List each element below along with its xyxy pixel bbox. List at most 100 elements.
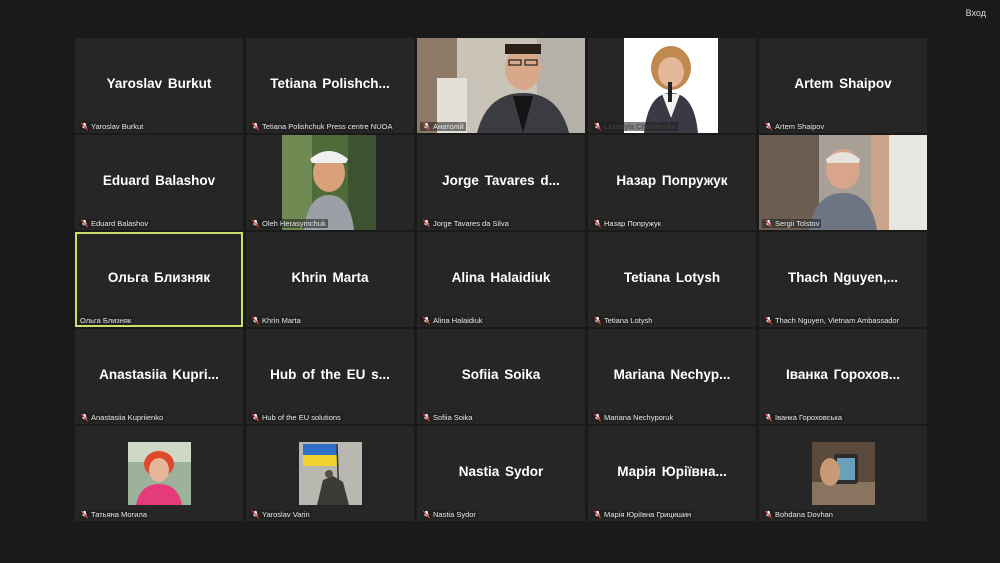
muted-mic-icon <box>422 413 431 422</box>
participant-tile-tetiana-lotysh[interactable]: Tetiana Lotysh Tetiana Lotysh <box>588 232 756 327</box>
participant-tile-tetiana-polishchuk[interactable]: Tetiana Polishch... Tetiana Polishchuk P… <box>246 38 414 133</box>
participant-tile-hub-of-eu-solutions[interactable]: Hub of the EU s... Hub of the EU solutio… <box>246 329 414 424</box>
enter-button[interactable]: Вход <box>962 6 990 20</box>
muted-mic-icon <box>80 510 89 519</box>
participant-display-name: Марія Юріївна... <box>617 464 727 479</box>
muted-mic-icon <box>80 413 89 422</box>
participant-name-label: Іванка Гороховська <box>762 413 844 422</box>
participant-display-name: Ольга Близняк <box>107 270 211 285</box>
participant-photo <box>299 442 362 505</box>
muted-mic-icon <box>764 316 773 325</box>
muted-mic-icon <box>80 122 89 131</box>
participant-tile-nastia-sydor[interactable]: Nastia Sydor Nastia Sydor <box>417 426 585 521</box>
participant-tile-liudmyla-chekalenko[interactable]: Liudmyla Chekalenko <box>588 38 756 133</box>
participant-photo <box>128 442 191 505</box>
participant-tile-anatolii[interactable]: Анатолій <box>417 38 585 133</box>
participant-name-label: Sofiia Soika <box>420 413 475 422</box>
participant-display-name: Tetiana Lotysh <box>623 270 721 285</box>
participant-tile-khrin-marta[interactable]: Khrin Marta Khrin Marta <box>246 232 414 327</box>
muted-mic-icon <box>593 510 602 519</box>
participant-gallery: Yaroslav Burkut Yaroslav Burkut Tetiana … <box>75 38 927 521</box>
participant-tile-alina-halaidiuk[interactable]: Alina Halaidiuk Alina Halaidiuk <box>417 232 585 327</box>
participant-tile-sergii-tolstov[interactable]: Sergii Tolstov <box>759 135 927 230</box>
muted-mic-icon <box>251 510 260 519</box>
participant-display-name: Alina Halaidiuk <box>451 270 551 285</box>
participant-display-name: Tetiana Polishch... <box>270 76 390 91</box>
participant-display-name: Eduard Balashov <box>102 173 216 188</box>
participant-video <box>759 135 927 230</box>
participant-name-label: Марія Юріївна Грицишин <box>591 510 694 519</box>
participant-name-label: Sergii Tolstov <box>762 219 822 228</box>
participant-tile-jorge-tavares[interactable]: Jorge Tavares d... Jorge Tavares da Silv… <box>417 135 585 230</box>
participant-display-name: Jorge Tavares d... <box>442 173 560 188</box>
muted-mic-icon <box>422 316 431 325</box>
participant-name-label: Thach Nguyen, Vietnam Ambassador <box>762 316 902 325</box>
muted-mic-icon <box>422 510 431 519</box>
muted-mic-icon <box>764 413 773 422</box>
participant-name-label: Khrin Marta <box>249 316 303 325</box>
participant-tile-artem-shaipov[interactable]: Artem Shaipov Artem Shaipov <box>759 38 927 133</box>
participant-photo <box>624 38 718 133</box>
muted-mic-icon <box>593 219 602 228</box>
muted-mic-icon <box>593 122 602 131</box>
muted-mic-icon <box>251 122 260 131</box>
muted-mic-icon <box>422 122 431 131</box>
participant-display-name: Назар Попружук <box>616 173 728 188</box>
participant-tile-mariana-nechyporuk[interactable]: Mariana Nechyp... Mariana Nechyporuk <box>588 329 756 424</box>
muted-mic-icon <box>593 316 602 325</box>
muted-mic-icon <box>764 510 773 519</box>
participant-tile-eduard-balashov[interactable]: Eduard Balashov Eduard Balashov <box>75 135 243 230</box>
participant-tile-ivanka-horokhovska[interactable]: Іванка Горохов... Іванка Гороховська <box>759 329 927 424</box>
participant-name-label: Назар Попружук <box>591 219 664 228</box>
muted-mic-icon <box>251 413 260 422</box>
participant-name-label: Artem Shaipov <box>762 122 827 131</box>
participant-name-label: Hub of the EU solutions <box>249 413 343 422</box>
participant-tile-sofiia-soika[interactable]: Sofiia Soika Sofiia Soika <box>417 329 585 424</box>
participant-name-label: Anastasiia Kupriienko <box>78 413 166 422</box>
participant-photo <box>282 135 376 230</box>
muted-mic-icon <box>251 316 260 325</box>
participant-name-label: Tetiana Polishchuk Press centre NUOA <box>249 122 395 131</box>
muted-mic-icon <box>80 219 89 228</box>
muted-mic-icon <box>593 413 602 422</box>
participant-name-label: Alina Halaidiuk <box>420 316 485 325</box>
participant-name-label: Yaroslav Varin <box>249 510 312 519</box>
participant-name-label: Eduard Balashov <box>78 219 151 228</box>
participant-name-label: Bohdana Dovhan <box>762 510 835 519</box>
muted-mic-icon <box>422 219 431 228</box>
participant-display-name: Anastasiia Kupri... <box>99 367 219 382</box>
participant-display-name: Hub of the EU s... <box>270 367 390 382</box>
participant-display-name: Artem Shaipov <box>794 76 892 91</box>
participant-name-label: Ольга Близняк <box>78 316 134 325</box>
participant-display-name: Khrin Marta <box>291 270 369 285</box>
participant-video <box>417 38 585 133</box>
participant-name-label: Jorge Tavares da Silva <box>420 219 511 228</box>
participant-display-name: Yaroslav Burkut <box>106 76 212 91</box>
participant-name-label: Tetiana Lotysh <box>591 316 655 325</box>
participant-tile-mariia-hrytsyshyn[interactable]: Марія Юріївна... Марія Юріївна Грицишин <box>588 426 756 521</box>
participant-name-label: Liudmyla Chekalenko <box>591 122 678 131</box>
participant-tile-bohdana-dovhan[interactable]: Bohdana Dovhan <box>759 426 927 521</box>
participant-name-label: Nastia Sydor <box>420 510 478 519</box>
participant-name-label: Oleh Herasymchuk <box>249 219 328 228</box>
muted-mic-icon <box>764 219 773 228</box>
participant-name-label: Татьяна Могила <box>78 510 150 519</box>
participant-display-name: Mariana Nechyp... <box>613 367 731 382</box>
participant-tile-olha-blyzniak-active-speaker[interactable]: Ольга Близняк Ольга Близняк <box>75 232 243 327</box>
participant-display-name: Thach Nguyen,... <box>787 270 898 285</box>
participant-photo <box>812 442 875 505</box>
participant-tile-nazar-popruzhuk[interactable]: Назар Попружук Назар Попружук <box>588 135 756 230</box>
participant-tile-yaroslav-burkut[interactable]: Yaroslav Burkut Yaroslav Burkut <box>75 38 243 133</box>
participant-display-name: Іванка Горохов... <box>786 367 900 382</box>
participant-tile-tatiana-mohyla[interactable]: Татьяна Могила <box>75 426 243 521</box>
participant-display-name: Nastia Sydor <box>458 464 544 479</box>
participant-display-name: Sofiia Soika <box>461 367 541 382</box>
muted-mic-icon <box>764 122 773 131</box>
participant-name-label: Анатолій <box>420 122 466 131</box>
participant-tile-yaroslav-varin[interactable]: Yaroslav Varin <box>246 426 414 521</box>
participant-tile-anastasiia-kupriienko[interactable]: Anastasiia Kupri... Anastasiia Kupriienk… <box>75 329 243 424</box>
participant-tile-thach-nguyen[interactable]: Thach Nguyen,... Thach Nguyen, Vietnam A… <box>759 232 927 327</box>
participant-name-label: Yaroslav Burkut <box>78 122 146 131</box>
muted-mic-icon <box>251 219 260 228</box>
participant-tile-oleh-herasymchuk[interactable]: Oleh Herasymchuk <box>246 135 414 230</box>
